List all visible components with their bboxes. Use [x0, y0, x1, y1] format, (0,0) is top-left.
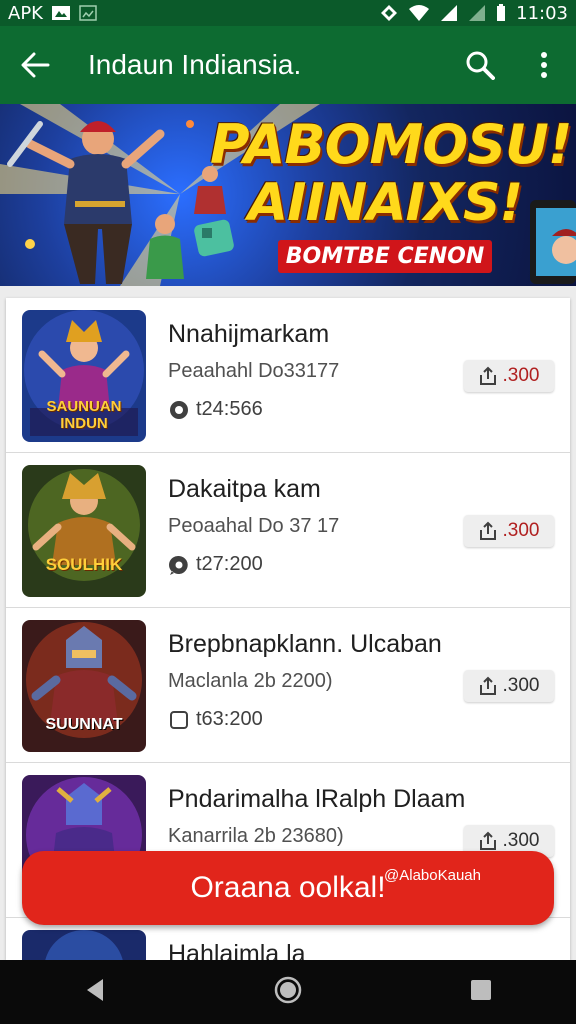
thumbnail-label: SOULHIK — [45, 555, 123, 574]
nav-home-button[interactable] — [274, 976, 302, 1009]
status-bar: APK 11:03 — [0, 0, 576, 26]
share-icon — [479, 676, 496, 695]
item-name: Brepbnapklann. Ulcaban — [168, 630, 442, 658]
search-button[interactable] — [448, 26, 512, 104]
app-bar: Indaun Indiansia. — [0, 26, 576, 104]
item-subtitle: Maclanla 2b 2200) — [168, 670, 333, 692]
nav-recents-button[interactable] — [469, 978, 493, 1007]
item-name: Dakaitpa kam — [168, 475, 321, 503]
share-button[interactable]: .300 — [464, 515, 554, 547]
share-button-label: .300 — [502, 520, 540, 541]
list-item[interactable]: SOULHIK Dakaitpa kam Peoaahal Do 37 17 t… — [6, 453, 570, 608]
game-thumbnail: SOULHIK — [22, 465, 146, 597]
nav-recents-icon — [470, 979, 491, 1000]
item-count: t24:566 — [168, 398, 263, 421]
share-icon — [479, 366, 496, 385]
wifi-icon — [409, 5, 430, 21]
share-icon — [479, 831, 496, 850]
nav-back-icon — [87, 978, 104, 1001]
item-count: t63:200 — [168, 708, 263, 731]
item-count-text: t27:200 — [196, 553, 263, 575]
status-app-label: APK — [8, 2, 43, 24]
nav-home-icon — [274, 976, 302, 1003]
thumbnail-label: SAUNUAN INDUN — [46, 398, 122, 432]
item-count-text: t63:200 — [196, 708, 263, 730]
primary-action-button[interactable]: Oraana oolkal! @AlaboKauah — [22, 851, 554, 925]
item-name: Pndarimalha lRalph Dlaam — [168, 785, 466, 813]
game-thumbnail: SAUNUAN INDUN — [22, 310, 146, 442]
primary-action-handle: @AlaboKauah — [384, 867, 481, 884]
battery-icon — [497, 4, 506, 21]
signal-icon — [441, 5, 458, 21]
item-name: Hahlaimla la — [168, 940, 306, 960]
share-button-label: .300 — [502, 675, 540, 696]
item-subtitle: Peoaahal Do 37 17 — [168, 515, 340, 537]
share-button-label: .300 — [502, 830, 540, 851]
notification-photo-icon — [79, 5, 97, 21]
item-subtitle: Kanarrila 2b 23680) — [168, 825, 344, 847]
banner-headline: PABOMOSU! AIINAIXS! BOMTBE CENON — [210, 113, 573, 273]
search-icon — [466, 51, 495, 80]
overflow-menu-button[interactable] — [512, 26, 576, 104]
data-saver-icon — [381, 5, 398, 21]
page-title: Indaun Indiansia. — [88, 49, 302, 80]
share-icon — [479, 521, 496, 540]
chat-icon — [169, 555, 188, 575]
item-count: t27:200 — [168, 553, 263, 576]
notification-image-icon — [51, 6, 70, 20]
back-arrow-icon — [21, 52, 50, 78]
share-button[interactable]: .300 — [464, 360, 554, 392]
banner-title-line2: AIINAIXS! — [247, 173, 523, 233]
more-vert-icon — [541, 52, 547, 78]
game-thumbnail — [22, 930, 146, 960]
share-button[interactable]: .300 — [464, 670, 554, 702]
item-subtitle: Peaahahl Do33177 — [168, 360, 340, 382]
nav-back-button[interactable] — [83, 977, 107, 1008]
primary-action-label: Oraana oolkal! — [190, 871, 386, 904]
back-button[interactable] — [0, 26, 70, 104]
game-thumbnail: SUUNNAT — [22, 620, 146, 752]
share-button-label: .300 — [502, 365, 540, 386]
thumbnail-label: SUUNNAT — [45, 716, 123, 733]
item-name: Nnahijmarkam — [168, 320, 330, 348]
signal-secondary-icon — [469, 5, 486, 21]
list-item[interactable]: SUUNNAT Brepbnapklann. Ulcaban Maclanla … — [6, 608, 570, 763]
promo-banner[interactable]: PABOMOSU! AIINAIXS! BOMTBE CENON — [0, 104, 576, 286]
item-count-text: t24:566 — [196, 398, 263, 420]
banner-subtitle: BOMTBE CENON — [277, 240, 493, 273]
system-nav-bar — [0, 960, 576, 1024]
list-item[interactable]: SAUNUAN INDUN Nnahijmarkam Peaahahl Do33… — [6, 298, 570, 453]
banner-title-line1: PABOMOSU! — [210, 113, 573, 176]
status-time: 11:03 — [516, 2, 568, 24]
chat-icon — [170, 400, 188, 419]
document-icon — [170, 710, 188, 729]
